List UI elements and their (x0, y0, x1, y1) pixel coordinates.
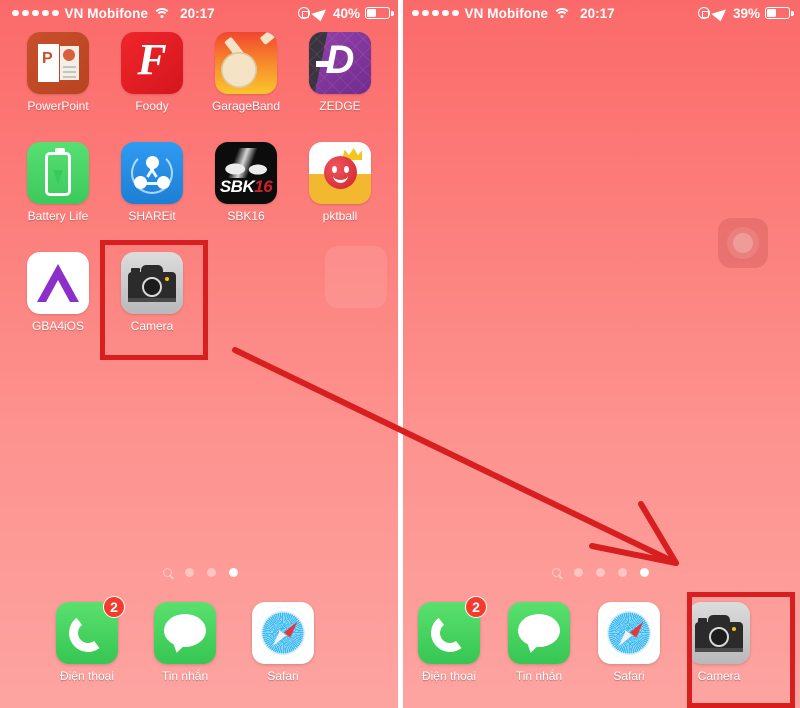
dock-app-phone[interactable]: 2 Điện thoại (418, 596, 487, 683)
clock-label: 20:17 (580, 5, 615, 21)
left-dock: 2 Điện thoại Tin nhắn Safari (0, 596, 400, 683)
battery-percent-label: 40% (332, 5, 360, 21)
app-label: pktball (322, 209, 358, 223)
status-bar-left: VN Mobifone 20:17 (12, 6, 215, 21)
signal-strength-dots-icon (412, 9, 459, 17)
sbk16-icon[interactable]: SBK16 (215, 142, 277, 204)
app-pktball[interactable]: pktball (293, 142, 387, 223)
app-powerpoint[interactable]: PowerPoint (11, 32, 105, 113)
app-garageband[interactable]: GarageBand (199, 32, 293, 113)
app-sbk16[interactable]: SBK16 SBK16 (199, 142, 293, 223)
app-label: Foody (135, 99, 169, 113)
screenshot-stage: VN Mobifone 20:17 40% P PowerPoint F Foo… (0, 0, 800, 708)
camera-highlight-box-left (100, 240, 208, 360)
battery-icon (765, 7, 794, 19)
dock-label: Điện thoại (59, 669, 115, 683)
dock-label: Safari (613, 669, 645, 683)
clock-label: 20:17 (180, 5, 215, 21)
page-dot-active[interactable] (228, 568, 238, 577)
phone-badge: 2 (103, 596, 125, 618)
page-dot-active[interactable] (639, 568, 649, 577)
page-dot[interactable] (617, 568, 627, 577)
wifi-icon (554, 7, 569, 19)
carrier-label: VN Mobifone (64, 5, 149, 21)
app-label: Battery Life (27, 209, 89, 223)
app-label: SBK16 (227, 209, 265, 223)
battery-percent-label: 39% (732, 5, 760, 21)
app-foody[interactable]: Foody (105, 32, 199, 113)
safari-icon[interactable] (252, 602, 314, 664)
location-arrow-icon (715, 7, 728, 20)
gba4ios-icon[interactable] (27, 252, 89, 314)
app-grid-row-1: PowerPoint Foody GarageBand D ZEDGE (0, 32, 400, 113)
app-label: PowerPoint (27, 99, 89, 113)
dock-app-messages[interactable]: Tin nhắn (154, 602, 216, 683)
foody-icon[interactable] (121, 32, 183, 94)
app-shareit[interactable]: SHAREit (105, 142, 199, 223)
dock-app-messages[interactable]: Tin nhắn (508, 602, 570, 683)
messages-icon[interactable] (154, 602, 216, 664)
status-bar-left: VN Mobifone 20:17 (412, 6, 615, 21)
wifi-icon (154, 7, 169, 19)
location-arrow-icon (315, 7, 328, 20)
dock-label: Tin nhắn (161, 669, 209, 683)
app-battery-life[interactable]: Battery Life (11, 142, 105, 223)
app-gba4ios[interactable]: GBA4iOS (11, 252, 105, 333)
app-grid-row-2: Battery Life SHAREit SBK16 SBK16 pktball (0, 142, 400, 223)
panel-divider (398, 0, 403, 708)
app-zedge[interactable]: D ZEDGE (293, 32, 387, 113)
phone-badge: 2 (465, 596, 487, 618)
dock-label: Điện thoại (421, 669, 477, 683)
assistive-touch-button[interactable] (718, 218, 768, 268)
signal-strength-dots-icon (12, 9, 59, 17)
app-label: GBA4iOS (31, 319, 85, 333)
page-dot[interactable] (184, 568, 194, 577)
battery-icon (365, 7, 394, 19)
ghost-app-icon (325, 246, 387, 308)
dock-label: Safari (267, 669, 299, 683)
app-label: GarageBand (211, 99, 281, 113)
app-label: ZEDGE (319, 99, 361, 113)
dock-app-safari[interactable]: Safari (598, 602, 660, 683)
powerpoint-icon[interactable] (27, 32, 89, 94)
app-label: SHAREit (128, 209, 176, 223)
page-dot[interactable] (573, 568, 583, 577)
right-page-dots[interactable] (400, 568, 800, 577)
status-bar-right: 40% (297, 5, 394, 21)
status-bar-right: 39% (697, 5, 794, 21)
dock-app-safari[interactable]: Safari (252, 602, 314, 683)
carrier-label: VN Mobifone (464, 5, 549, 21)
page-dot[interactable] (595, 568, 605, 577)
left-page-dots[interactable] (0, 568, 400, 577)
safari-icon[interactable] (598, 602, 660, 664)
page-dot[interactable] (206, 568, 216, 577)
dock-app-phone[interactable]: 2 Điện thoại (56, 596, 125, 683)
search-icon[interactable] (162, 568, 172, 577)
pktball-icon[interactable] (309, 142, 371, 204)
messages-icon[interactable] (508, 602, 570, 664)
left-status-bar: VN Mobifone 20:17 40% (0, 0, 400, 26)
camera-highlight-box-right (687, 592, 795, 708)
right-status-bar: VN Mobifone 20:17 39% (400, 0, 800, 26)
dock-label: Tin nhắn (515, 669, 563, 683)
garageband-icon[interactable] (215, 32, 277, 94)
rotation-lock-icon (297, 7, 310, 19)
shareit-icon[interactable] (121, 142, 183, 204)
zedge-icon[interactable]: D (309, 32, 371, 94)
search-icon[interactable] (551, 568, 561, 577)
rotation-lock-icon (697, 7, 710, 19)
battery-life-icon[interactable] (27, 142, 89, 204)
